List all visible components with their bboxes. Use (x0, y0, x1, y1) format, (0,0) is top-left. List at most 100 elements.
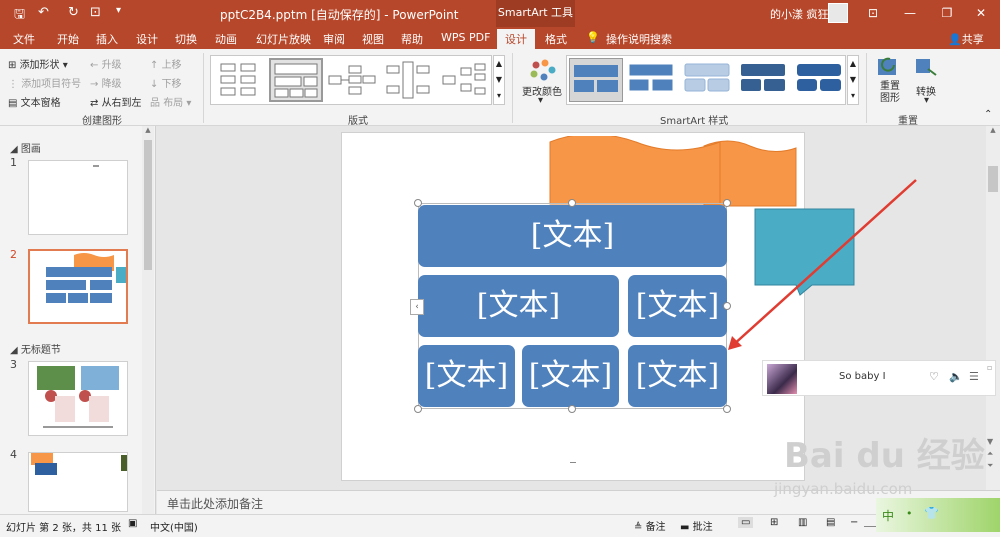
style-option[interactable] (625, 58, 679, 102)
move-down-button[interactable]: ↓ 下移 (150, 75, 182, 90)
notes-label: 备注 (645, 522, 666, 533)
slide-thumbnail-2[interactable] (28, 249, 128, 324)
tell-me-search[interactable]: 操作说明搜索 (606, 31, 672, 47)
layout-option[interactable] (327, 60, 377, 100)
style-option[interactable] (737, 58, 791, 102)
style-option[interactable] (793, 58, 847, 102)
resize-handle[interactable] (723, 405, 731, 413)
share-button[interactable]: 👤共享 (948, 31, 984, 47)
ime-mode[interactable]: 中 (882, 507, 894, 524)
notes-button[interactable]: ≜ 备注 (634, 518, 666, 533)
tab-design[interactable]: 设计 (136, 31, 158, 47)
chevron-down-icon: ▾ (538, 95, 544, 106)
slide-thumbnail-3[interactable] (28, 361, 128, 436)
slide-thumbnail-1[interactable] (28, 160, 128, 235)
undo-icon[interactable]: ↶ (38, 5, 49, 20)
tab-slideshow[interactable]: 幻灯片放映 (256, 31, 311, 47)
avatar[interactable] (828, 3, 848, 23)
add-bullet-button[interactable]: ⋮ 添加项目符号 (8, 75, 81, 90)
tab-help[interactable]: 帮助 (401, 31, 423, 47)
add-shape-button[interactable]: ⊞ 添加形状 ▾ (8, 56, 68, 71)
tab-insert[interactable]: 插入 (96, 31, 118, 47)
redo-icon[interactable]: ↻ (68, 5, 79, 20)
section-header[interactable]: ◢ 图画 (10, 140, 41, 155)
ime-toolbar[interactable]: 中 • 👕 (876, 498, 1000, 532)
presenter-icon[interactable]: ⊡ (90, 5, 101, 20)
layouts-gallery-scroll[interactable]: ▲ ▼ ▾ (493, 55, 505, 105)
tab-home[interactable]: 开始 (57, 31, 79, 47)
smartart-box[interactable]: [文本] (418, 345, 515, 407)
tab-review[interactable]: 审阅 (323, 31, 345, 47)
layout-button[interactable]: 品 布局 ▾ (150, 94, 191, 109)
tab-transitions[interactable]: 切换 (175, 31, 197, 47)
thumbnails-scrollbar[interactable]: ▲ (142, 126, 154, 514)
resize-handle[interactable] (568, 199, 576, 207)
playlist-icon[interactable]: ☰ (969, 370, 979, 383)
collapse-ribbon-icon[interactable]: ⌃ (984, 109, 992, 120)
ribbon-display-icon[interactable]: ⊡ (858, 3, 888, 23)
slide-count[interactable]: 幻灯片 第 2 张，共 11 张 (6, 519, 121, 534)
slide-3-preview (37, 366, 119, 428)
close-icon[interactable]: ✕ (966, 3, 996, 23)
reading-view-icon[interactable]: ▥ (798, 517, 807, 528)
language[interactable]: 中文(中国) (150, 519, 198, 534)
slide-thumbnail-4[interactable] (28, 452, 128, 512)
style-option[interactable] (681, 58, 735, 102)
demote-button[interactable]: → 降级 (90, 75, 122, 90)
smartart-box[interactable]: [文本] (418, 205, 727, 267)
section-name: 图画 (20, 144, 41, 155)
scrollbar-thumb[interactable] (144, 140, 152, 270)
minimize-icon[interactable]: — (895, 3, 925, 23)
right-to-left-button[interactable]: ⇄ 从右到左 (90, 94, 142, 109)
normal-view-icon[interactable]: ▭ (738, 517, 754, 528)
save-icon[interactable]: 🖫 (14, 5, 25, 27)
customize-qat-icon[interactable]: ▾ (116, 5, 121, 16)
slideshow-icon[interactable]: ▤ (826, 517, 835, 528)
convert-button[interactable]: 转换 ▾ (912, 55, 942, 111)
reset-graphic-button[interactable]: 重置 图形 (874, 55, 908, 111)
tab-wps-pdf[interactable]: WPS PDF (441, 31, 490, 44)
comments-button[interactable]: ▬ 批注 (680, 518, 713, 533)
resize-handle[interactable] (414, 405, 422, 413)
volume-icon[interactable]: 🔈 (949, 370, 963, 383)
resize-handle[interactable] (568, 405, 576, 413)
user-name[interactable]: 的小漾 疯狂 (770, 6, 829, 22)
tab-view[interactable]: 视图 (362, 31, 384, 47)
section-header[interactable]: ◢ 无标题节 (10, 341, 61, 356)
ribbon-tabs: 文件 开始 插入 设计 切换 动画 幻灯片放映 审阅 视图 帮助 WPS PDF… (0, 27, 1000, 49)
promote-button[interactable]: ← 升级 (90, 56, 122, 71)
slide-sorter-icon[interactable]: ⊞ (770, 517, 778, 528)
smartart-box[interactable]: [文本] (628, 345, 727, 407)
style-option-selected[interactable] (569, 58, 623, 102)
tab-format[interactable]: 格式 (545, 31, 567, 47)
chevron-down-icon: ▾ (924, 95, 930, 106)
move-up-button[interactable]: ↑ 上移 (150, 56, 182, 71)
heart-icon[interactable]: ♡ (929, 370, 939, 383)
document-title: pptC2B4.pptm [自动保存的] - PowerPoint (220, 8, 459, 22)
close-icon[interactable]: ▫ (987, 363, 992, 372)
smartart-box[interactable]: [文本] (418, 275, 619, 337)
layout-option[interactable] (215, 60, 265, 100)
layout-option-selected[interactable] (269, 58, 323, 102)
ime-skin-icon[interactable]: 👕 (924, 506, 939, 520)
spellcheck-icon[interactable]: ▣ (128, 518, 137, 529)
styles-gallery-scroll[interactable]: ▲ ▼ ▾ (847, 55, 859, 105)
change-colors-button[interactable]: 更改颜色 ▾ (520, 55, 564, 111)
text-pane-button[interactable]: ▤ 文本窗格 (8, 94, 61, 109)
group-divider (512, 53, 513, 123)
ime-punct-icon[interactable]: • (906, 507, 913, 520)
text-pane-toggle-icon[interactable]: ‹ (410, 299, 424, 315)
layout-option[interactable] (439, 60, 489, 100)
zoom-out-icon[interactable]: − (850, 517, 858, 528)
resize-handle[interactable] (414, 199, 422, 207)
tab-file[interactable]: 文件 (13, 31, 35, 47)
restore-icon[interactable]: ❐ (932, 3, 962, 23)
smartart-styles-gallery (566, 55, 846, 105)
tab-smartart-design[interactable]: 设计 (497, 29, 535, 49)
smartart-box[interactable]: [文本] (628, 275, 727, 337)
group-divider (203, 53, 204, 123)
layout-option[interactable] (383, 60, 433, 100)
tab-animations[interactable]: 动画 (215, 31, 237, 47)
main-scrollbar-thumb[interactable] (988, 166, 998, 192)
smartart-box[interactable]: [文本] (522, 345, 619, 407)
